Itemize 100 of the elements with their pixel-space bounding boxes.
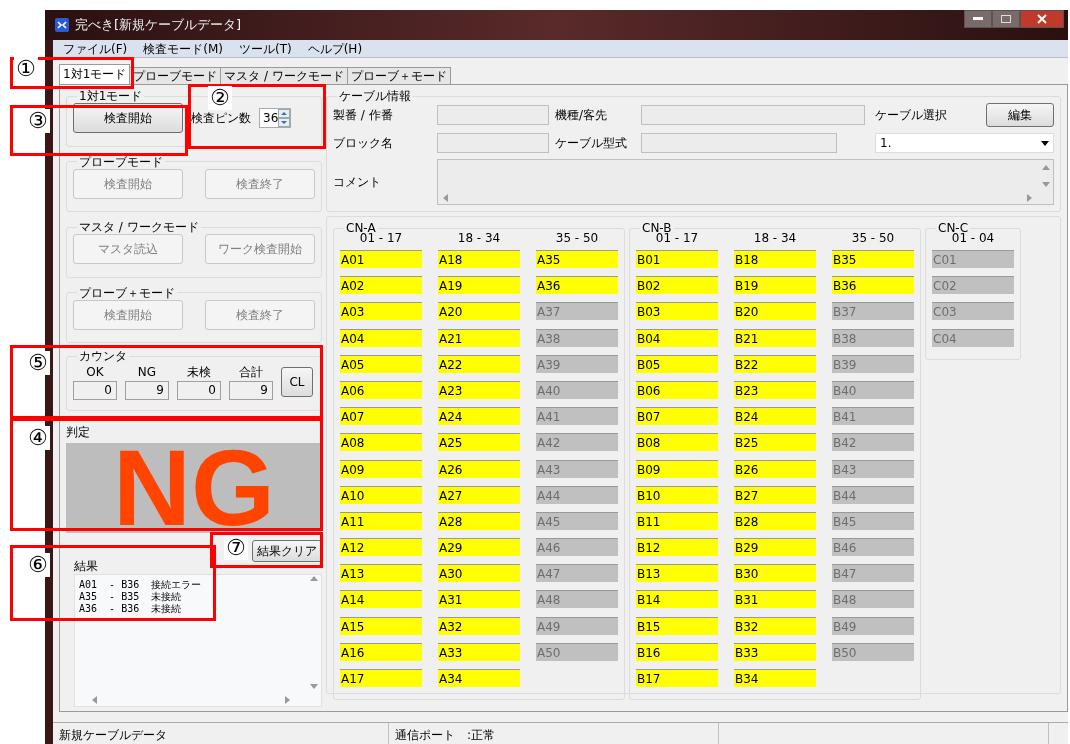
pin-indicator: A02: [340, 276, 422, 295]
status-text: 通信ポート :正常: [389, 723, 719, 744]
scroll-down-icon[interactable]: [310, 684, 318, 690]
pin-indicator: A22: [438, 354, 520, 373]
pin-indicator: A04: [340, 328, 422, 347]
pin-indicator: C02: [932, 276, 1014, 295]
column-range: 18 - 34: [752, 230, 798, 247]
text-field[interactable]: [641, 105, 865, 125]
pin-indicator: A50: [536, 642, 618, 661]
tab[interactable]: マスタ / ワークモード: [220, 67, 348, 84]
pin-indicator: B01: [636, 250, 718, 268]
maximize-icon: [1001, 15, 1011, 23]
pin-indicator: B08: [636, 433, 718, 452]
pin-indicator: B16: [636, 642, 718, 661]
tab[interactable]: 1対1モード: [59, 64, 131, 84]
pin-indicator: B04: [636, 328, 718, 347]
scroll-down-icon[interactable]: [1042, 182, 1050, 188]
pin-indicator: B32: [734, 616, 816, 635]
pin-indicator: A05: [340, 354, 422, 373]
pin-indicator: A09: [340, 459, 422, 478]
pin-indicator: B02: [636, 276, 718, 295]
scroll-up-icon[interactable]: [310, 575, 318, 581]
status-text: 新規ケーブルデータ: [53, 723, 389, 744]
group-title: プローブ＋モード: [78, 285, 176, 300]
menu-item[interactable]: ツール(T): [233, 40, 298, 57]
pin-indicator: A48: [536, 590, 618, 609]
counter-clear-button[interactable]: CL: [281, 366, 313, 397]
pin-indicator: B19: [734, 276, 816, 295]
pin-indicator: A21: [438, 328, 520, 347]
edit-button[interactable]: 編集: [986, 103, 1054, 127]
pin-indicator: A11: [340, 511, 422, 530]
pin-indicator: B05: [636, 354, 718, 373]
scroll-up-icon[interactable]: [1042, 164, 1050, 170]
pin-indicator: B38: [832, 328, 914, 347]
group-title: ケーブル情報: [338, 89, 412, 103]
maximize-button[interactable]: [992, 10, 1020, 28]
text-field[interactable]: [437, 105, 549, 125]
dropdown-arrow-icon[interactable]: [1041, 140, 1049, 146]
pin-indicator: B42: [832, 433, 914, 452]
pin-indicator: A16: [340, 642, 422, 661]
pin-indicator: A38: [536, 328, 618, 347]
clear-results-button[interactable]: 結果クリア: [252, 540, 322, 562]
section-label: 判定: [66, 425, 91, 439]
pin-indicator: B09: [636, 459, 718, 478]
field-label: 機種/客先: [555, 107, 609, 124]
tab[interactable]: プローブモード: [129, 67, 222, 84]
close-button[interactable]: [1020, 10, 1064, 28]
column-range: 35 - 50: [554, 230, 600, 247]
field-label: ブロック名: [333, 135, 394, 152]
pin-indicator: A19: [438, 276, 520, 295]
counter-label: 未検: [187, 364, 211, 382]
pin-indicator: A10: [340, 485, 422, 504]
scroll-right-icon[interactable]: [285, 696, 291, 704]
pin-indicator: A36: [536, 276, 618, 295]
callout-number: ②: [208, 86, 232, 110]
column-range: 35 - 50: [850, 230, 896, 247]
text-field[interactable]: [437, 133, 549, 153]
pin-indicator: C03: [932, 302, 1014, 321]
minimize-button[interactable]: [964, 10, 992, 28]
pin-indicator: A46: [536, 538, 618, 557]
pin-indicator: A27: [438, 485, 520, 504]
minimize-icon: [973, 17, 983, 21]
menu-item[interactable]: 検査モード(M): [137, 40, 229, 57]
counter-label: OK: [86, 364, 104, 382]
scroll-right-icon[interactable]: [1027, 194, 1033, 202]
comment-field[interactable]: [437, 159, 1054, 205]
pin-indicator: B50: [832, 642, 914, 661]
pin-indicator: B30: [734, 564, 816, 583]
pin-indicator: A32: [438, 616, 520, 635]
pin-indicator: A26: [438, 459, 520, 478]
scroll-left-icon[interactable]: [442, 194, 448, 202]
pin-indicator: A29: [438, 538, 520, 557]
group-title: カウンタ: [78, 349, 128, 364]
pin-indicator: A23: [438, 380, 520, 399]
result-line: A35 - B35 未接続: [79, 591, 183, 603]
pin-indicator: B45: [832, 511, 914, 530]
pin-count-spinner[interactable]: 36: [259, 108, 292, 128]
callout-number: ⑤: [26, 351, 50, 375]
pin-indicator: B21: [734, 328, 816, 347]
menu-item[interactable]: ファイル(F): [57, 40, 134, 57]
text-field[interactable]: [641, 133, 837, 153]
pin-indicator: B17: [636, 669, 718, 687]
pin-indicator: A03: [340, 302, 422, 321]
pin-indicator: C04: [932, 328, 1014, 347]
pin-indicator: A44: [536, 485, 618, 504]
pin-indicator: A18: [438, 250, 520, 268]
pin-indicator: B36: [832, 276, 914, 295]
pin-indicator: B28: [734, 511, 816, 530]
spin-arrows-icon[interactable]: [278, 109, 291, 127]
pin-indicator: A43: [536, 459, 618, 478]
pin-indicator: A30: [438, 564, 520, 583]
pin-indicator: B06: [636, 380, 718, 399]
menu-item[interactable]: ヘルプ(H): [301, 40, 369, 57]
tab[interactable]: プローブ＋モード: [346, 67, 451, 84]
result-line: A36 - B36 未接続: [79, 603, 183, 615]
cable-select-dropdown[interactable]: 1.: [875, 133, 1054, 153]
pin-indicator: A42: [536, 433, 618, 452]
scroll-left-icon[interactable]: [91, 696, 97, 704]
counter-label: NG: [137, 364, 157, 382]
pin-indicator: B31: [734, 590, 816, 609]
